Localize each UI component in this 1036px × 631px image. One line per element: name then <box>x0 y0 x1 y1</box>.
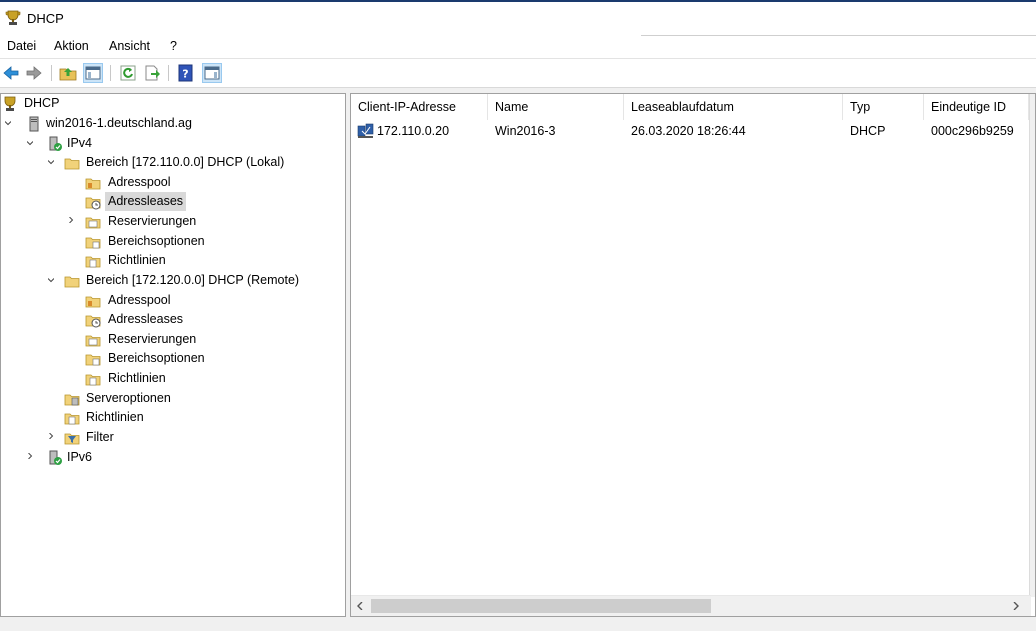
menu-datei[interactable]: Datei <box>7 39 36 53</box>
ipv4-server-icon <box>49 136 62 151</box>
client-computer-icon <box>357 123 374 138</box>
column-header-unique-id[interactable]: Eindeutige ID <box>924 94 1029 120</box>
horizontal-scroll-thumb[interactable] <box>371 599 711 613</box>
column-header-client-ip[interactable]: Client-IP-Adresse <box>351 94 488 120</box>
tree-node-label: Adressleases <box>105 192 187 211</box>
help-icon[interactable]: ? <box>177 64 195 82</box>
menu-aktion[interactable]: Aktion <box>54 39 89 53</box>
cell-client-ip: 172.110.0.20 <box>377 124 450 138</box>
trophy-icon <box>5 10 21 25</box>
status-bar <box>0 618 1036 631</box>
chevron-right-icon[interactable] <box>48 433 54 439</box>
tree-node-label: Bereich [172.110.0.0] DHCP (Lokal) <box>86 155 285 169</box>
tree-node-label: Adresspool <box>108 175 171 189</box>
server-icon <box>29 116 39 132</box>
vertical-scrollbar[interactable] <box>1029 94 1035 597</box>
folder-icon <box>64 276 80 288</box>
tree-node-label: Reservierungen <box>108 332 197 346</box>
policies-icon <box>85 256 101 268</box>
tree-node-label: Richtlinien <box>86 410 144 424</box>
tree-node-label: Adresspool <box>108 293 171 307</box>
cell-name: Win2016-3 <box>495 124 556 138</box>
tree-node-label: Richtlinien <box>108 253 166 267</box>
menu-help[interactable]: ? <box>170 39 177 53</box>
refresh-icon[interactable] <box>119 64 137 82</box>
address-leases-icon <box>85 315 101 328</box>
leases-list: Client-IP-Adresse Name Leaseablaufdatum … <box>350 93 1036 617</box>
toolbar-separator <box>168 65 169 81</box>
tree-node-label: Bereichsoptionen <box>108 351 205 365</box>
toolbar-separator <box>51 65 52 81</box>
reservations-icon <box>85 217 101 229</box>
cell-lease-expiry: 26.03.2020 18:26:44 <box>631 124 746 138</box>
chevron-down-icon[interactable] <box>48 159 54 165</box>
console-tree: DHCP win2016-1.deutschland.ag IPv4 Berei… <box>0 93 346 617</box>
tree-node-label: Bereichsoptionen <box>108 234 205 248</box>
forward-icon[interactable] <box>25 64 43 82</box>
tree-node-label: DHCP <box>24 96 60 110</box>
tree-node-label: Adressleases <box>108 312 184 326</box>
tree-node-label: IPv6 <box>67 450 93 464</box>
address-pool-icon <box>85 178 101 190</box>
tree-node-label: Bereich [172.120.0.0] DHCP (Remote) <box>86 273 300 287</box>
tree-node-label: win2016-1.deutschland.ag <box>46 116 192 130</box>
chevron-right-icon[interactable] <box>27 453 33 459</box>
svg-text:?: ? <box>182 68 188 81</box>
scope-options-icon <box>85 237 101 249</box>
title-bar: DHCP <box>0 0 1036 34</box>
reservations-icon <box>85 335 101 347</box>
menu-ansicht[interactable]: Ansicht <box>109 39 150 53</box>
menu-divider <box>641 35 1036 36</box>
toolbar-separator <box>110 65 111 81</box>
window-title: DHCP <box>27 11 64 26</box>
tree-node-label: Reservierungen <box>108 214 197 228</box>
column-header-type[interactable]: Typ <box>843 94 924 120</box>
cell-unique-id: 000c296b9259 <box>931 124 1014 138</box>
show-hide-console-tree-icon[interactable] <box>83 63 103 83</box>
menu-bar: Datei Aktion Ansicht ? <box>0 34 1036 58</box>
chevron-down-icon[interactable] <box>27 140 33 146</box>
toolbar: ? <box>0 58 1036 88</box>
export-list-icon[interactable] <box>143 64 161 82</box>
scroll-right-icon[interactable] <box>1012 602 1020 610</box>
scope-options-icon <box>85 354 101 366</box>
policies-icon <box>64 413 80 425</box>
scroll-left-icon[interactable] <box>356 602 364 610</box>
address-leases-icon <box>85 197 101 210</box>
ipv6-server-icon <box>49 450 62 465</box>
tree-node-label: Richtlinien <box>108 371 166 385</box>
horizontal-scrollbar[interactable] <box>351 595 1031 616</box>
tree-node-label: Filter <box>86 430 114 444</box>
filter-icon <box>64 433 80 445</box>
cell-type: DHCP <box>850 124 886 138</box>
policies-icon <box>85 374 101 386</box>
chevron-right-icon[interactable] <box>68 217 74 223</box>
folder-icon <box>64 158 80 170</box>
column-header-lease-expiry[interactable]: Leaseablaufdatum <box>624 94 843 120</box>
tree-node-label: IPv4 <box>67 136 93 150</box>
address-pool-icon <box>85 296 101 308</box>
tree-node-label: Serveroptionen <box>86 391 171 405</box>
trophy-icon <box>4 96 16 111</box>
chevron-down-icon[interactable] <box>48 277 54 283</box>
server-options-icon <box>64 394 80 406</box>
back-icon[interactable] <box>2 64 20 82</box>
chevron-down-icon[interactable] <box>5 120 11 126</box>
column-header-name[interactable]: Name <box>488 94 624 120</box>
up-folder-icon[interactable] <box>59 64 77 82</box>
show-hide-action-pane-icon[interactable] <box>202 63 222 83</box>
